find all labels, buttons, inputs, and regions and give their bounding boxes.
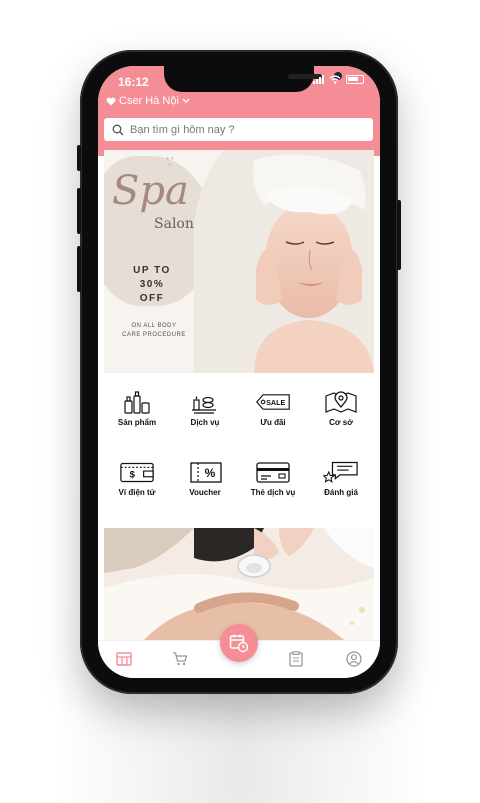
- offer-line-3: OFF: [139, 293, 165, 304]
- category-label: Dịch vụ: [190, 418, 220, 427]
- category-branches[interactable]: Cơ sở: [306, 390, 376, 427]
- category-label: Đánh giá: [324, 488, 358, 497]
- volume-up-button: [77, 188, 81, 234]
- clipboard-icon: [289, 651, 303, 667]
- orders-tab[interactable]: [286, 649, 306, 669]
- spa-face-photo: [194, 150, 374, 373]
- search-input[interactable]: [130, 123, 350, 136]
- promo-banner[interactable]: • • • Spa Salon UP TO 30% OFF ON ALL BOD…: [104, 150, 374, 373]
- category-offers[interactable]: SALE Ưu đãi: [238, 390, 308, 427]
- category-service-card[interactable]: Thẻ dịch vụ: [238, 460, 308, 497]
- app-screen: 16:12 Cser Hà Nội Bạn tìm gì hôm nay ? •…: [98, 66, 380, 678]
- banner-script-title: Spa: [112, 168, 189, 214]
- services-icon: [187, 390, 223, 414]
- banner-offer: UP TO 30% OFF: [122, 264, 182, 306]
- booking-button[interactable]: [220, 624, 258, 662]
- battery-icon: [346, 75, 364, 84]
- location-selector[interactable]: Cser Hà Nội: [106, 95, 190, 107]
- category-reviews[interactable]: Đánh giá: [306, 460, 376, 497]
- home-grid-icon: [116, 652, 132, 666]
- status-time: 16:12: [118, 75, 149, 89]
- category-services[interactable]: Dịch vụ: [170, 390, 240, 427]
- category-wallet[interactable]: $ Ví điện tử: [102, 460, 172, 497]
- cart-tab[interactable]: [170, 649, 190, 669]
- category-label: Ví điện tử: [118, 488, 156, 497]
- banner-sub-text: ON ALL BODY CARE PROCEDURE: [114, 322, 194, 340]
- category-label: Ưu đãi: [260, 418, 286, 427]
- search-bar[interactable]: [104, 118, 373, 141]
- cart-icon: [173, 652, 188, 666]
- sub-line-1: ON ALL BODY: [131, 323, 177, 329]
- category-label: Cơ sở: [329, 418, 353, 427]
- review-icon: [323, 460, 359, 484]
- map-pin-icon: [323, 390, 359, 414]
- category-grid: Sản phẩm Dịch vụ SALE Ưu đãi Cơ sở $ Ví …: [98, 390, 380, 520]
- user-icon: [346, 651, 362, 667]
- offer-line-2: 30%: [139, 279, 165, 290]
- calendar-clock-icon: [229, 634, 249, 653]
- status-icons: [313, 75, 364, 84]
- heart-icon: [106, 97, 116, 105]
- signal-icon: [313, 75, 324, 84]
- sub-line-2: CARE PROCEDURE: [122, 332, 186, 338]
- banner-subtitle: Salon: [154, 216, 194, 232]
- voucher-icon: %: [187, 460, 223, 484]
- wifi-icon: [329, 75, 341, 84]
- volume-down-button: [77, 246, 81, 292]
- dollar-text: $: [130, 470, 136, 481]
- search-icon: [112, 124, 124, 135]
- sale-tag-icon: SALE: [255, 390, 291, 414]
- profile-tab[interactable]: [344, 649, 364, 669]
- percent-text: %: [205, 466, 216, 480]
- sale-text: SALE: [266, 398, 285, 407]
- card-icon: [255, 460, 291, 484]
- app-header: 16:12 Cser Hà Nội: [98, 66, 380, 156]
- category-products[interactable]: Sản phẩm: [102, 390, 172, 427]
- category-label: Sản phẩm: [117, 418, 157, 427]
- category-label: Thẻ dịch vụ: [250, 488, 296, 497]
- mute-switch: [77, 145, 81, 171]
- wallet-icon: $: [119, 460, 155, 484]
- category-voucher[interactable]: % Voucher: [170, 460, 240, 497]
- chevron-down-icon: [182, 98, 190, 103]
- notch: [164, 66, 342, 92]
- products-icon: [119, 390, 155, 414]
- offer-line-1: UP TO: [133, 265, 171, 276]
- home-tab[interactable]: [114, 649, 134, 669]
- category-label: Voucher: [189, 488, 221, 497]
- location-label: Cser Hà Nội: [119, 95, 179, 107]
- banner-dots: • • •: [166, 154, 174, 169]
- power-button: [397, 200, 401, 270]
